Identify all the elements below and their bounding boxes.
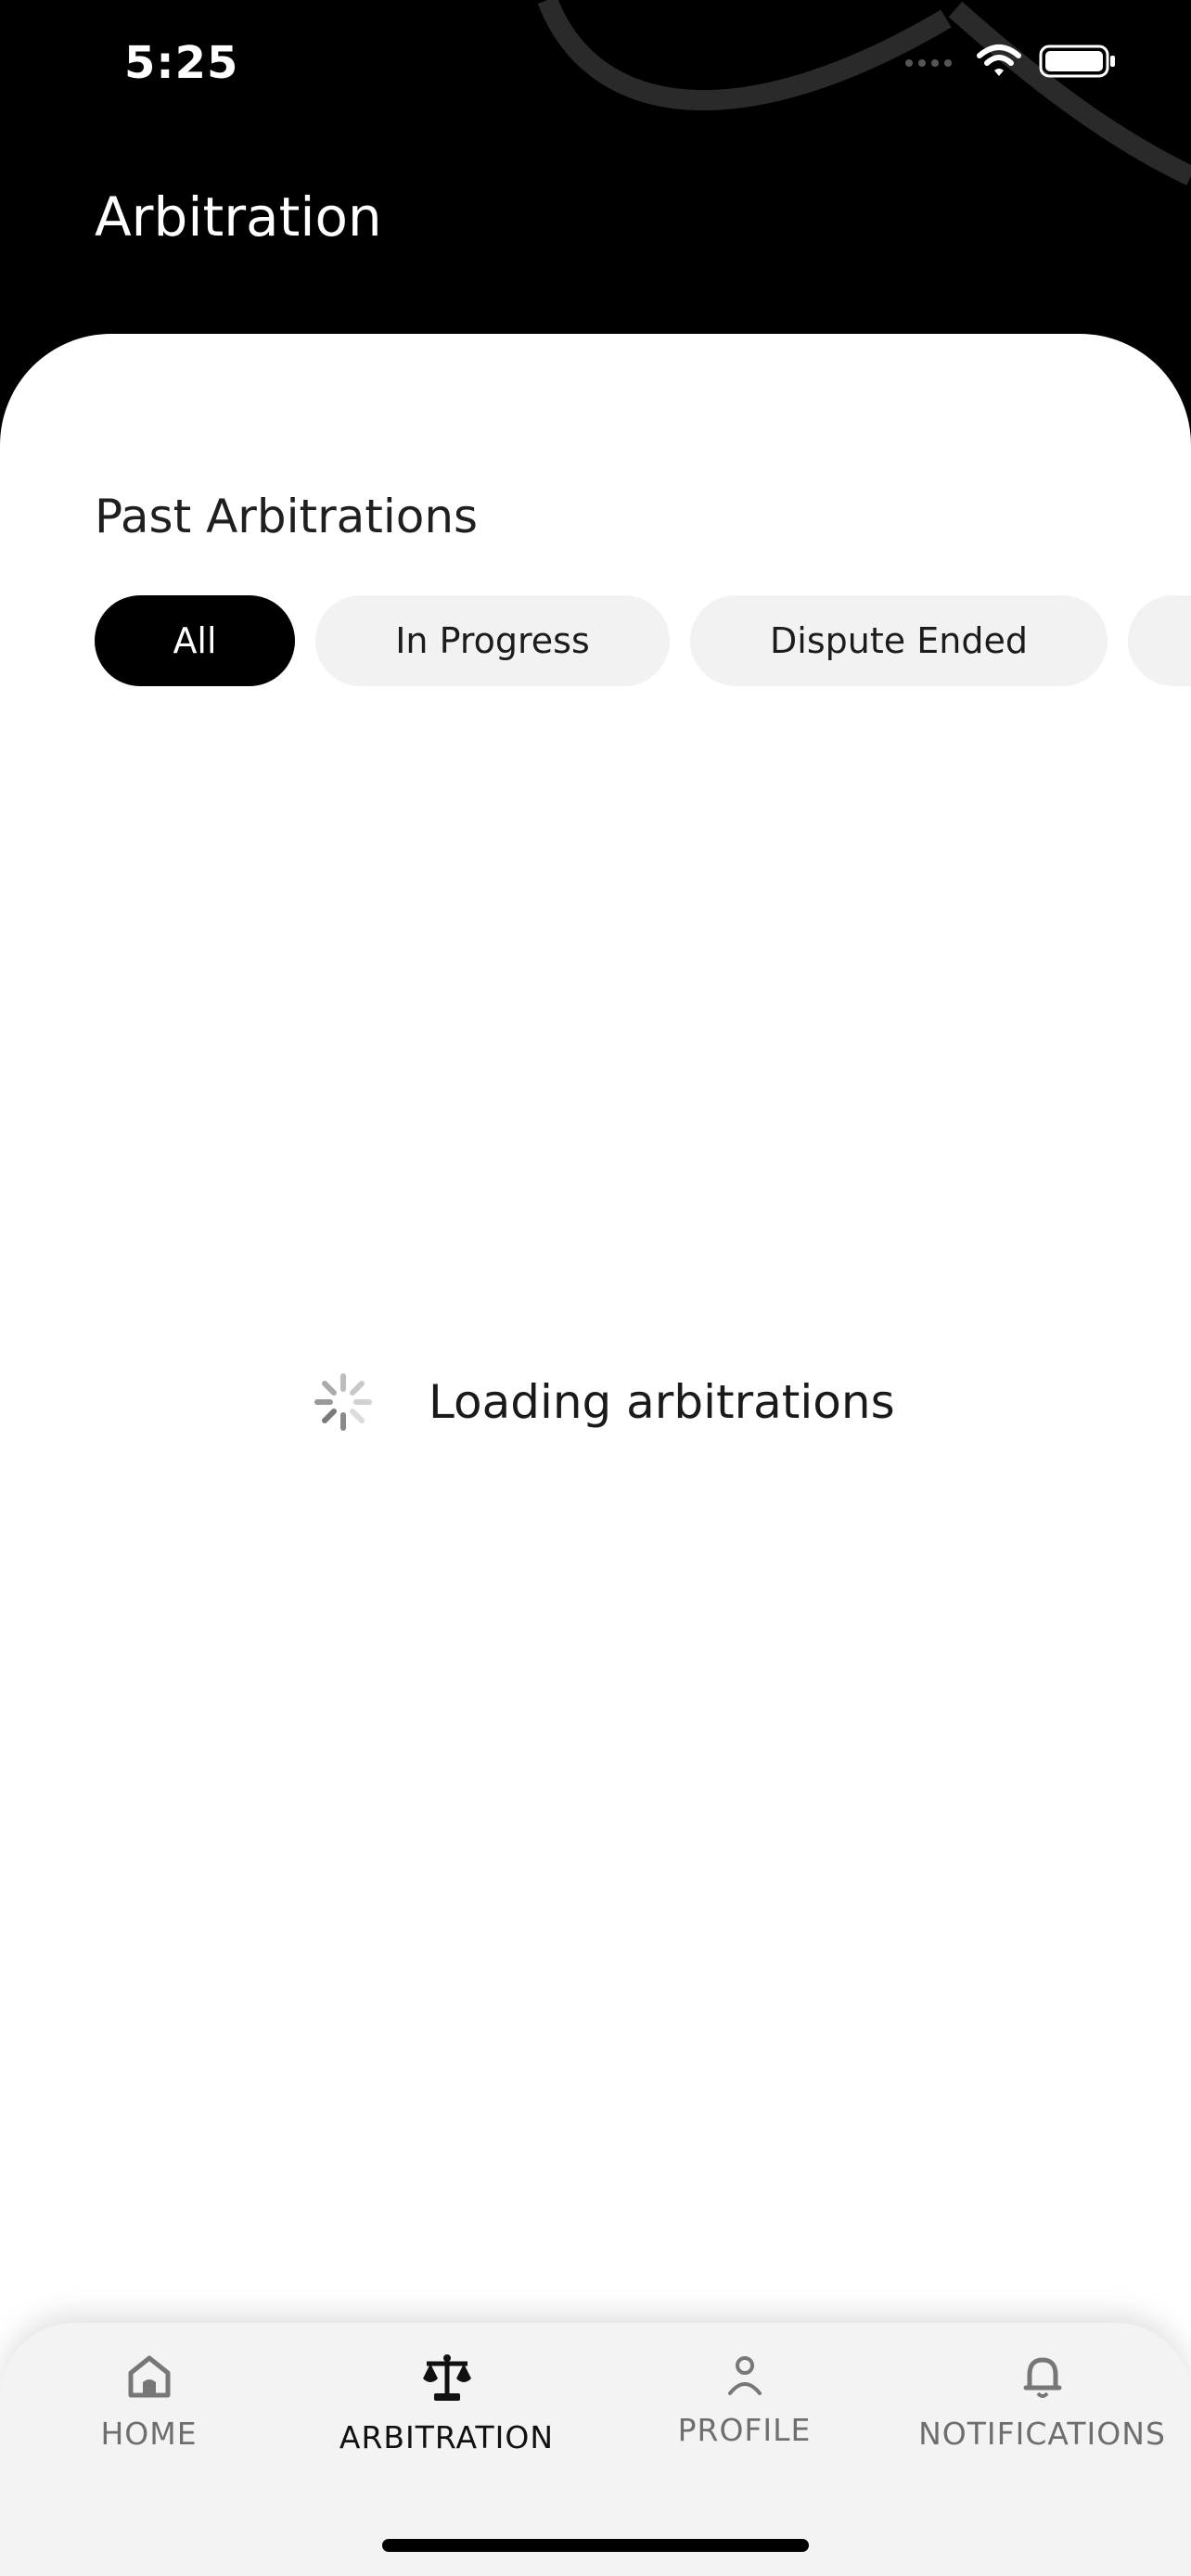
loading-text: Loading arbitrations bbox=[429, 1375, 895, 1429]
battery-icon bbox=[1039, 45, 1115, 78]
filter-chip-all[interactable]: All bbox=[95, 595, 295, 686]
scales-icon bbox=[422, 2354, 471, 2401]
section-title: Past Arbitrations bbox=[95, 490, 479, 543]
page-title: Arbitration bbox=[95, 185, 382, 249]
home-icon bbox=[128, 2355, 170, 2398]
tab-label-notifications: NOTIFICATIONS bbox=[918, 2416, 1166, 2452]
tab-label-home: HOME bbox=[100, 2416, 198, 2452]
status-time: 5:25 bbox=[124, 37, 239, 89]
signal-icon bbox=[905, 59, 952, 67]
header: 5:25 Arbitration bbox=[0, 0, 1191, 371]
tab-label-arbitration: ARBITRATION bbox=[339, 2419, 555, 2455]
home-indicator[interactable] bbox=[382, 2539, 809, 2552]
spinner-icon bbox=[314, 1373, 372, 1431]
person-icon bbox=[727, 2356, 762, 2395]
content-card: Past Arbitrations All In Progress Disput… bbox=[0, 334, 1191, 2576]
filter-chip-more[interactable] bbox=[1128, 595, 1191, 686]
status-icons bbox=[903, 43, 1117, 80]
tab-notifications[interactable]: NOTIFICATIONS bbox=[893, 2351, 1191, 2452]
bell-icon bbox=[1023, 2357, 1061, 2398]
filter-chip-in-progress[interactable]: In Progress bbox=[315, 595, 670, 686]
filter-chips: All In Progress Dispute Ended bbox=[95, 595, 1191, 686]
tab-arbitration[interactable]: ARBITRATION bbox=[298, 2351, 596, 2455]
tab-home[interactable]: HOME bbox=[0, 2351, 298, 2452]
loading-indicator: Loading arbitrations bbox=[314, 1372, 895, 1432]
tab-label-profile: PROFILE bbox=[677, 2412, 812, 2448]
filter-chip-dispute-ended[interactable]: Dispute Ended bbox=[690, 595, 1108, 686]
tab-profile[interactable]: PROFILE bbox=[596, 2351, 893, 2448]
wifi-icon bbox=[977, 45, 1021, 76]
